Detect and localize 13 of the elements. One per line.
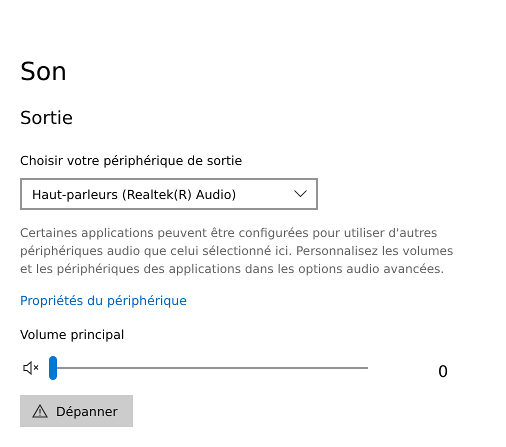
- page-title: Son: [20, 56, 68, 88]
- field-label: Choisir votre périphérique de sortie: [20, 152, 244, 170]
- description-text: Certaines applications peuvent être configurées pour utiliser d'autres périphériques audio que celui sélectionné ici. Personnalisez les volumes et les périphériques des applications dans les options audio avancées.: [20, 225, 454, 278]
- slider-thumb[interactable]: [49, 356, 57, 380]
- speaker-icon[interactable]: [23, 361, 41, 375]
- volume-label: Volume principal: [20, 326, 126, 344]
- troubleshoot-button[interactable]: Dépanner: [20, 395, 133, 427]
- warning-icon: [32, 404, 48, 418]
- device-properties-link[interactable]: Propriétés du périphérique: [20, 292, 187, 310]
- chevron-down-icon: [294, 190, 307, 198]
- output-device-dropdown[interactable]: Haut-parleurs (Realtek(R) Audio): [20, 178, 318, 210]
- volume-value: 0: [438, 362, 448, 380]
- section-title: Sortie: [20, 107, 74, 131]
